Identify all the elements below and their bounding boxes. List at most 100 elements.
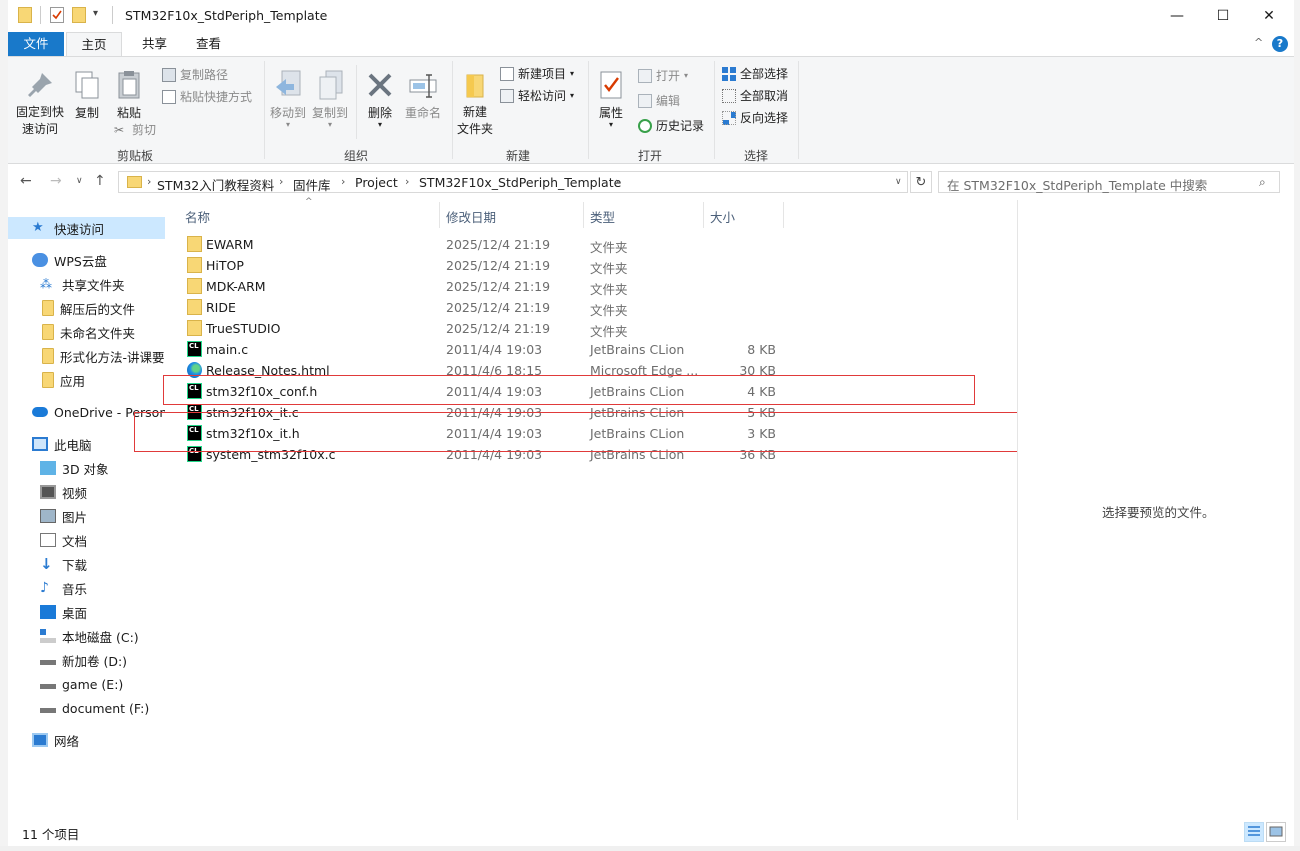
rename-button[interactable]: 重命名: [402, 69, 444, 121]
chevron-down-icon: ▾: [608, 120, 613, 129]
sidebar-item-videos[interactable]: 视频: [8, 481, 165, 503]
tab-view[interactable]: 查看: [184, 32, 233, 56]
paste-button[interactable]: 粘贴: [112, 69, 146, 121]
sidebar-item-unnamed-folder[interactable]: 未命名文件夹: [8, 321, 165, 343]
large-icons-view-icon[interactable]: [1266, 822, 1286, 842]
table-row[interactable]: TrueSTUDIO 2025/12/4 21:19 文件夹: [165, 318, 1017, 339]
back-arrow-icon[interactable]: ←: [20, 173, 32, 189]
breadcrumb-item[interactable]: 固件库: [293, 175, 331, 194]
table-row[interactable]: RIDE 2025/12/4 21:19 文件夹: [165, 297, 1017, 318]
file-date: 2025/12/4 21:19: [446, 258, 551, 273]
move-to-button[interactable]: 移动到 ▾: [268, 69, 308, 129]
cut-button[interactable]: ✂ 剪切: [114, 121, 156, 138]
sidebar-item-shared-folder[interactable]: ⁂ 共享文件夹: [8, 273, 165, 295]
tab-file[interactable]: 文件: [8, 32, 64, 56]
sidebar-item-quick-access[interactable]: ★ 快速访问: [8, 217, 165, 239]
tab-home[interactable]: 主页: [66, 32, 122, 56]
help-icon[interactable]: ?: [1272, 36, 1288, 52]
copy-button[interactable]: 复制: [70, 69, 104, 121]
edit-icon: [638, 93, 652, 108]
sidebar-item-downloads[interactable]: ↓ 下载: [8, 553, 165, 575]
up-arrow-icon[interactable]: ↑: [94, 173, 106, 189]
file-date: 2011/4/4 19:03: [446, 342, 543, 357]
sidebar-item-formal-methods[interactable]: 形式化方法-讲课要: [8, 345, 165, 367]
column-divider[interactable]: [583, 202, 584, 228]
table-row[interactable]: HiTOP 2025/12/4 21:19 文件夹: [165, 255, 1017, 276]
column-divider[interactable]: [703, 202, 704, 228]
breadcrumb-item[interactable]: Project: [355, 175, 398, 190]
column-header-type[interactable]: 类型: [590, 207, 615, 226]
open-button[interactable]: 打开 ▾: [638, 67, 688, 84]
delete-button[interactable]: 删除 ▾: [362, 69, 398, 129]
close-button[interactable]: ✕: [1246, 0, 1292, 32]
sidebar-item-drive-c[interactable]: 本地磁盘 (C:): [8, 625, 165, 647]
sidebar-item-network[interactable]: 网络: [8, 729, 165, 751]
breadcrumb-separator-icon[interactable]: ›: [341, 175, 345, 188]
paste-shortcut-button[interactable]: 粘贴快捷方式: [162, 88, 252, 105]
breadcrumb-separator-icon[interactable]: ›: [405, 175, 409, 188]
invert-selection-button[interactable]: 反向选择: [722, 109, 788, 126]
breadcrumb-separator-icon[interactable]: ›: [279, 175, 283, 188]
move-to-label: 移动到: [269, 106, 306, 120]
sidebar-item-desktop[interactable]: 桌面: [8, 601, 165, 623]
pin-label: 固定到快 速访问: [15, 105, 64, 136]
copy-to-button[interactable]: 复制到 ▾: [310, 69, 350, 129]
sidebar-item-label: 解压后的文件: [60, 301, 136, 317]
address-bar[interactable]: › STM32入门教程资料 › 固件库 › Project › STM32F10…: [118, 171, 908, 193]
breadcrumb-item[interactable]: STM32入门教程资料: [157, 175, 274, 194]
copy-path-button[interactable]: 复制路径: [162, 66, 228, 83]
minimize-button[interactable]: —: [1154, 0, 1200, 32]
sidebar-item-3d-objects[interactable]: 3D 对象: [8, 457, 165, 479]
new-item-button[interactable]: 新建项目 ▾: [500, 65, 574, 82]
maximize-button[interactable]: ☐: [1200, 0, 1246, 32]
search-icon[interactable]: ⌕: [1259, 175, 1266, 190]
table-row[interactable]: MDK-ARM 2025/12/4 21:19 文件夹: [165, 276, 1017, 297]
new-folder-icon[interactable]: [72, 7, 86, 23]
recent-locations-chevron-icon[interactable]: ∨: [76, 176, 83, 186]
forward-arrow-icon[interactable]: →: [50, 173, 62, 189]
sidebar-item-drive-e[interactable]: game (E:): [8, 673, 165, 695]
breadcrumb-separator-icon[interactable]: ›: [147, 175, 151, 188]
chevron-down-icon[interactable]: ▾: [93, 8, 98, 19]
sidebar-item-drive-f[interactable]: document (F:): [8, 697, 165, 719]
properties-label: 属性: [598, 106, 623, 120]
table-row[interactable]: CL main.c 2011/4/4 19:03 JetBrains CLion…: [165, 339, 1017, 360]
title-bar: ▾ STM32F10x_StdPeriph_Template — ☐ ✕: [8, 0, 1294, 32]
copy-icon: [71, 69, 103, 101]
column-header-name[interactable]: 名称: [185, 207, 210, 226]
sidebar-item-wps-cloud[interactable]: WPS云盘: [8, 249, 165, 271]
column-header-date[interactable]: 修改日期: [446, 207, 496, 226]
details-view-icon[interactable]: [1244, 822, 1264, 842]
properties-icon[interactable]: [50, 7, 64, 23]
table-row[interactable]: EWARM 2025/12/4 21:19 文件夹: [165, 234, 1017, 255]
sidebar-item-extracted-files[interactable]: 解压后的文件: [8, 297, 165, 319]
refresh-button[interactable]: ↻: [910, 171, 932, 193]
column-divider[interactable]: [783, 202, 784, 228]
breadcrumb-separator-icon[interactable]: ›: [615, 175, 619, 188]
column-divider[interactable]: [439, 202, 440, 228]
divider: [356, 65, 357, 139]
sidebar-item-pictures[interactable]: 图片: [8, 505, 165, 527]
search-input[interactable]: 在 STM32F10x_StdPeriph_Template 中搜索: [947, 175, 1207, 194]
edit-button[interactable]: 编辑: [638, 92, 680, 109]
new-folder-button[interactable]: 新建 文件夹: [454, 69, 496, 138]
sidebar-item-music[interactable]: ♪ 音乐: [8, 577, 165, 599]
address-dropdown-icon[interactable]: ∨: [895, 177, 902, 187]
sidebar-item-drive-d[interactable]: 新加卷 (D:): [8, 649, 165, 671]
select-none-button[interactable]: 全部取消: [722, 87, 788, 104]
breadcrumb-item[interactable]: STM32F10x_StdPeriph_Template: [419, 175, 621, 190]
search-box[interactable]: 在 STM32F10x_StdPeriph_Template 中搜索 ⌕: [938, 171, 1280, 193]
tab-share[interactable]: 共享: [130, 32, 179, 56]
history-button[interactable]: 历史记录: [638, 117, 704, 134]
sidebar-item-documents[interactable]: 文档: [8, 529, 165, 551]
sidebar-item-label: 此电脑: [54, 437, 92, 453]
sidebar-item-apps[interactable]: 应用: [8, 369, 165, 391]
column-header-size[interactable]: 大小: [710, 207, 735, 226]
file-size: 8 KB: [747, 342, 776, 357]
collapse-ribbon-icon[interactable]: ^: [1254, 36, 1263, 49]
pin-to-quick-access-button[interactable]: 固定到快 速访问: [14, 69, 66, 138]
select-all-button[interactable]: 全部选择: [722, 65, 788, 82]
properties-button[interactable]: 属性 ▾: [592, 69, 630, 129]
file-date: 2025/12/4 21:19: [446, 321, 551, 336]
easy-access-button[interactable]: 轻松访问 ▾: [500, 87, 574, 104]
